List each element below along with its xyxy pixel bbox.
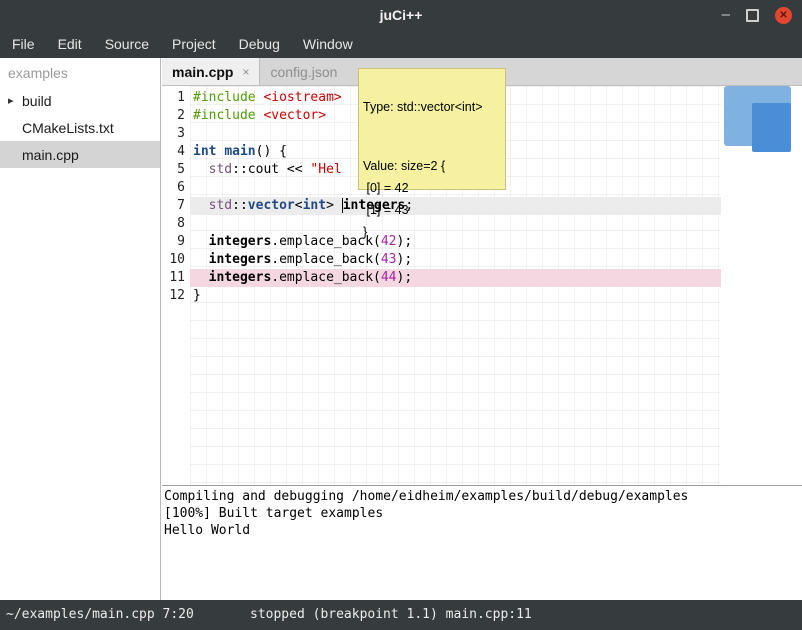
line-number: 1 — [162, 89, 190, 107]
line-number: 12 — [162, 287, 190, 305]
tree-item-label: CMakeLists.txt — [22, 120, 114, 136]
code-segment — [193, 270, 209, 285]
code-text[interactable]: } — [190, 287, 721, 305]
code-segment: ); — [397, 270, 413, 285]
tab-close-icon[interactable]: × — [242, 65, 249, 79]
tooltip-type-line: Type: std::vector<int> — [363, 100, 501, 114]
tooltip-value-line: Value: size=2 { — [363, 155, 501, 177]
code-segment: :: — [232, 162, 248, 177]
tooltip-value-line: [0] = 42 — [363, 177, 501, 199]
line-number: 6 — [162, 179, 190, 197]
tree-item-main-cpp[interactable]: main.cpp — [0, 141, 160, 168]
minimize-icon[interactable]: – — [722, 0, 730, 30]
menu-item-project[interactable]: Project — [172, 36, 216, 52]
code-segment: << — [279, 162, 310, 177]
code-segment: () { — [256, 144, 287, 159]
code-segment: std — [209, 162, 232, 177]
restore-icon[interactable] — [746, 9, 759, 22]
code-segment: > — [326, 198, 342, 213]
tree-item-build[interactable]: ▸build — [0, 87, 160, 114]
tab-config-json[interactable]: config.json — [260, 58, 347, 85]
app-window: juCi++ – ✕ File Edit Source Project Debug Win… — [0, 0, 802, 630]
tree-item-label: build — [22, 93, 52, 109]
line-number: 7 — [162, 197, 190, 215]
menu-item-source[interactable]: Source — [105, 36, 149, 52]
code-text[interactable]: integers.emplace_back(44); — [190, 269, 721, 287]
code-segment: vector — [248, 198, 295, 213]
close-icon[interactable]: ✕ — [775, 7, 792, 24]
tooltip-value-line: [1] = 43 — [363, 199, 501, 221]
terminal-line: Hello World — [164, 522, 802, 539]
window-controls: – ✕ — [722, 0, 792, 30]
window-title: juCi++ — [0, 0, 802, 30]
line-number: 9 — [162, 233, 190, 251]
line-number: 5 — [162, 161, 190, 179]
line-number: 8 — [162, 215, 190, 233]
code-segment: std — [209, 198, 232, 213]
code-segment: < — [295, 198, 303, 213]
statusbar: ~/examples/main.cpp 7:20 stopped (breakp… — [0, 600, 802, 630]
titlebar: juCi++ – ✕ — [0, 0, 802, 30]
expander-icon[interactable]: ▸ — [8, 94, 22, 107]
terminal-output[interactable]: Compiling and debugging /home/eidheim/ex… — [162, 485, 802, 600]
code-segment: } — [193, 288, 201, 303]
code-segment: #include — [193, 90, 263, 105]
code-segment: int — [303, 198, 326, 213]
line-number: 2 — [162, 107, 190, 125]
debug-value-tooltip: Type: std::vector<int> Value: size=2 { [… — [358, 68, 506, 190]
project-name-label: examples — [0, 58, 160, 87]
code-segment: :: — [232, 198, 248, 213]
overview-thumb[interactable] — [752, 103, 791, 152]
line-number: 3 — [162, 125, 190, 143]
tab-label: main.cpp — [172, 64, 233, 80]
terminal-line: [100%] Built target examples — [164, 505, 802, 522]
code-segment: "Hel — [310, 162, 341, 177]
line-number: 11 — [162, 269, 190, 287]
menu-item-edit[interactable]: Edit — [58, 36, 82, 52]
code-segment: cout — [248, 162, 279, 177]
menubar: File Edit Source Project Debug Window — [0, 30, 802, 58]
code-segment: .emplace_back( — [271, 270, 381, 285]
tooltip-value: Value: size=2 { [0] = 42 [1] = 43} — [363, 155, 501, 243]
tree-item-label: main.cpp — [22, 147, 79, 163]
code-segment: #include — [193, 108, 263, 123]
file-tree: ▸build CMakeLists.txt main.cpp — [0, 87, 160, 168]
code-segment — [193, 234, 209, 249]
code-segment: <iostream> — [263, 90, 341, 105]
tab-label: config.json — [270, 64, 337, 80]
code-line: 11 integers.emplace_back(44); — [162, 269, 802, 287]
code-segment: main — [224, 144, 255, 159]
tree-item-cmakelists-txt[interactable]: CMakeLists.txt — [0, 114, 160, 141]
code-segment: integers — [209, 234, 272, 249]
line-number: 4 — [162, 143, 190, 161]
code-segment: <vector> — [263, 108, 326, 123]
code-segment — [193, 252, 209, 267]
status-debug-state: stopped (breakpoint 1.1) main.cpp:11 — [250, 600, 532, 630]
line-number: 10 — [162, 251, 190, 269]
code-segment — [193, 162, 209, 177]
status-file-position: ~/examples/main.cpp 7:20 — [6, 600, 194, 630]
menu-item-window[interactable]: Window — [303, 36, 353, 52]
code-segment — [193, 198, 209, 213]
file-browser-panel: examples ▸build CMakeLists.txt main.cpp — [0, 58, 161, 600]
code-segment: integers — [209, 270, 272, 285]
menu-item-file[interactable]: File — [12, 36, 35, 52]
code-segment: integers — [209, 252, 272, 267]
code-segment: 44 — [381, 270, 397, 285]
code-line: 12} — [162, 287, 802, 305]
menu-item-debug[interactable]: Debug — [239, 36, 280, 52]
tooltip-value-line: } — [363, 221, 501, 243]
code-segment: int — [193, 144, 216, 159]
tab-main-cpp[interactable]: main.cpp × — [162, 58, 260, 85]
terminal-line: Compiling and debugging /home/eidheim/ex… — [164, 488, 802, 505]
